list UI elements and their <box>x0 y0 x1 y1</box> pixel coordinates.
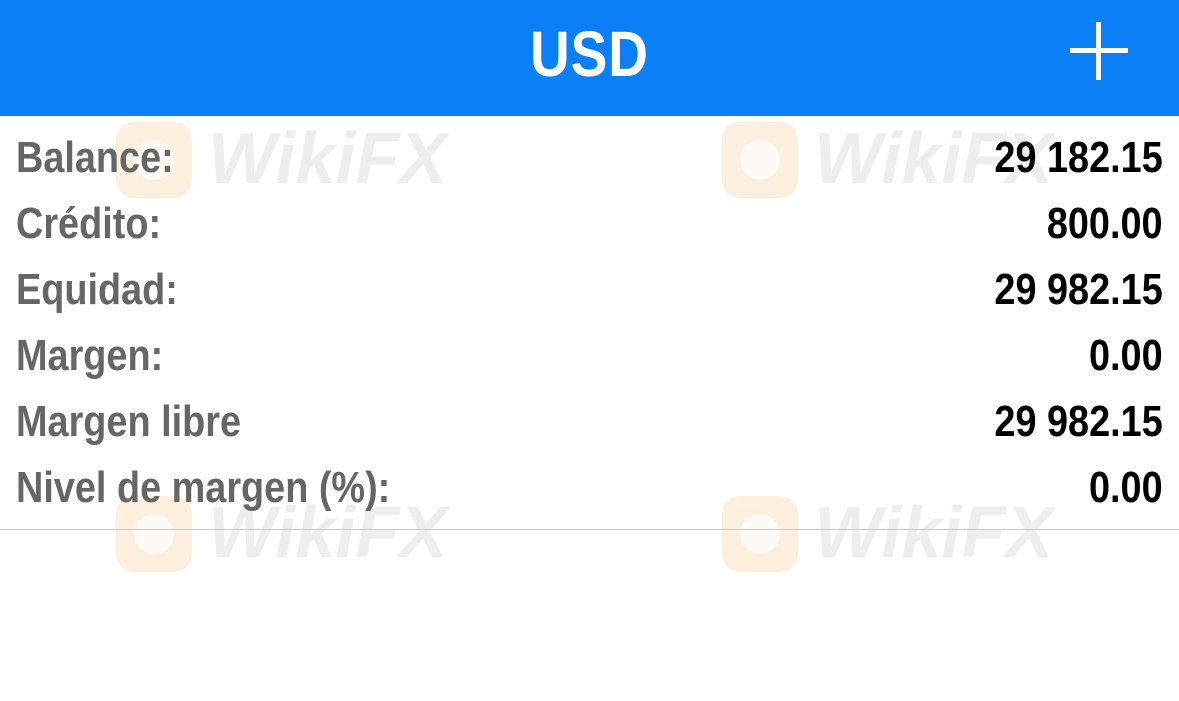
list-divider <box>0 529 1179 530</box>
row-value: 0.00 <box>1089 463 1163 512</box>
row-label: Equidad: <box>16 265 178 314</box>
row-label: Crédito: <box>16 199 162 248</box>
account-summary-screen: WikiFX WikiFX WikiFX WikiFX USD Balance:… <box>0 0 1179 701</box>
margin-row: Margen: 0.00 <box>0 323 1179 389</box>
plus-icon <box>1070 22 1128 80</box>
row-value: 29 982.15 <box>994 397 1163 446</box>
row-value: 800.00 <box>1047 199 1163 248</box>
equity-row: Equidad: 29 982.15 <box>0 257 1179 323</box>
top-bar: USD <box>0 0 1179 116</box>
row-label: Balance: <box>16 133 174 182</box>
row-value: 29 182.15 <box>994 133 1163 182</box>
currency-title: USD <box>530 18 649 90</box>
free-margin-row: Margen libre 29 982.15 <box>0 389 1179 455</box>
add-button[interactable] <box>1066 18 1132 84</box>
balance-row: Balance: 29 182.15 <box>0 125 1179 191</box>
credit-row: Crédito: 800.00 <box>0 191 1179 257</box>
account-info-list: Balance: 29 182.15 Crédito: 800.00 Equid… <box>0 125 1179 521</box>
row-value: 29 982.15 <box>994 265 1163 314</box>
row-label: Nivel de margen (%): <box>16 463 391 512</box>
margin-level-row: Nivel de margen (%): 0.00 <box>0 455 1179 521</box>
row-label: Margen: <box>16 331 164 380</box>
row-value: 0.00 <box>1089 331 1163 380</box>
row-label: Margen libre <box>16 397 241 446</box>
